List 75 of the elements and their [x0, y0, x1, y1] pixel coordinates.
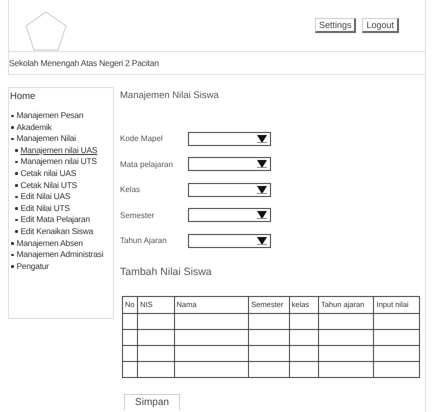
pentagon-logo [25, 10, 67, 50]
menu-item[interactable]: Pengatur [16, 260, 49, 272]
menu-item[interactable]: Manajemen Absen [16, 238, 83, 250]
bullet-icon [15, 149, 18, 152]
table-cell [289, 329, 318, 345]
table-cell [138, 361, 174, 377]
bullet-icon [11, 126, 14, 129]
section-title: Tambah Nilai Siswa [120, 266, 213, 278]
table-cell [374, 329, 420, 345]
dropdown[interactable] [188, 182, 271, 197]
page-title: Manajemen Nilai Siswa [120, 90, 220, 101]
field-label: Kelas [120, 185, 142, 194]
table-cell [122, 329, 138, 345]
submenu-item[interactable]: Manajemen nilai UAS [20, 144, 98, 156]
bullet-icon [11, 114, 14, 117]
table-cell [318, 329, 374, 345]
table-cell [138, 329, 174, 345]
dropdown[interactable] [188, 234, 271, 248]
bullet-icon [15, 196, 18, 198]
table-cell [138, 313, 174, 329]
submenu-item[interactable]: Cetak Nilai UTS [20, 180, 78, 192]
table-cell [248, 329, 290, 345]
dropdown-arrow-icon [257, 211, 267, 220]
table-cell [318, 361, 374, 377]
bullet-icon [15, 184, 18, 187]
table-cell [122, 313, 138, 329]
table-cell [289, 313, 318, 329]
bullet-icon [15, 207, 18, 210]
bullet-icon [15, 218, 18, 222]
bullet-icon [11, 265, 14, 268]
table-cell [318, 313, 374, 329]
dropdown-arrow-icon [257, 186, 267, 194]
home-link[interactable]: Home [10, 91, 113, 102]
table-cell [374, 361, 420, 377]
submenu-item[interactable]: Edit Kenaikan Siswa [20, 226, 94, 238]
table-cell [248, 313, 290, 329]
bullet-icon [15, 160, 18, 164]
field-label: Kode Mapel [120, 134, 164, 144]
bullet-icon [15, 230, 18, 233]
dropdown-arrow-icon [257, 236, 267, 245]
menu-item[interactable]: Akademik [16, 122, 52, 134]
bullet-icon [11, 138, 14, 140]
field-label: Mata pelajaran [120, 160, 174, 169]
save-button[interactable]: Simpan [124, 394, 180, 410]
menu-item[interactable]: Manajemen Nilai [16, 133, 76, 145]
menu-item[interactable]: Manajemen Administrasi [16, 249, 104, 261]
submenu-item[interactable]: Cetak nilai UAS [20, 168, 76, 180]
submenu-item[interactable]: Edit Mata Pelajaran [20, 214, 90, 226]
table-cell [289, 345, 318, 361]
field-label: Semester [120, 210, 156, 220]
table-cell [138, 345, 174, 361]
submenu-item[interactable]: Edit Nilai UAS [20, 191, 70, 203]
dropdown[interactable] [188, 208, 271, 222]
table-cell [289, 361, 318, 377]
logout-button[interactable]: Logout [362, 18, 399, 33]
table-cell [122, 345, 138, 361]
settings-button[interactable]: Settings [314, 18, 356, 33]
table-cell [374, 345, 420, 361]
field-label: Tahun Ajaran [120, 236, 168, 246]
table-cell [248, 361, 290, 377]
submenu-item[interactable]: Manajemen nilai UTS [20, 156, 97, 168]
dropdown-arrow-icon [257, 134, 267, 143]
menu-item[interactable]: Manajemen Pesan [16, 110, 84, 122]
dropdown[interactable] [188, 157, 271, 172]
dropdown[interactable] [188, 132, 271, 146]
bullet-icon [11, 254, 14, 256]
table-cell [122, 361, 138, 377]
bullet-icon [11, 242, 14, 245]
table-cell [318, 345, 374, 361]
table-cell [248, 345, 290, 361]
school-name: Sekolah Menengah Atas Negeri 2 Pacitan [8, 52, 426, 75]
bullet-icon [15, 172, 18, 175]
submenu-item[interactable]: Edit Nilai UTS [20, 202, 70, 214]
table-cell [374, 313, 420, 329]
dropdown-arrow-icon [257, 160, 267, 168]
